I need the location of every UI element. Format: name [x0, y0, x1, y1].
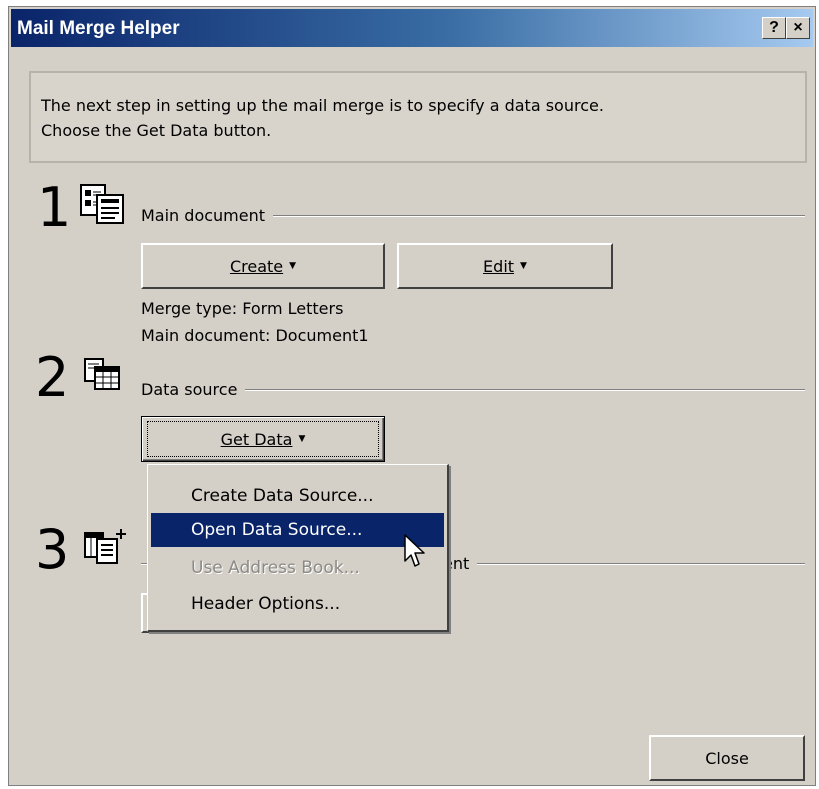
instructions-panel: The next step in setting up the mail mer…: [29, 71, 807, 163]
menu-item-create-data-source[interactable]: Create Data Source...: [151, 479, 444, 513]
main-document-icon: [80, 184, 124, 224]
mouse-pointer-icon: [404, 534, 425, 567]
step-1-number: 1: [37, 176, 72, 239]
menu-item-use-address-book: Use Address Book...: [151, 551, 444, 585]
data-source-icon: [84, 358, 120, 390]
data-source-label: Data source: [141, 380, 246, 399]
menu-item-label: Header Options...: [191, 594, 341, 614]
main-document-label: Main document: [141, 206, 274, 225]
window-title: Mail Merge Helper: [17, 18, 180, 39]
merge-type-text: Merge type: Form Letters: [141, 299, 344, 318]
menu-item-open-data-source[interactable]: Open Data Source...: [151, 513, 444, 547]
help-button[interactable]: ?: [762, 17, 786, 39]
main-document-text: Main document: Document1: [141, 326, 369, 345]
dropdown-arrow-icon: ▼: [298, 434, 306, 444]
close-button[interactable]: Close: [649, 735, 805, 781]
step-2-number: 2: [35, 346, 70, 409]
edit-button-label: Edit: [483, 256, 515, 276]
instructions-line-1: The next step in setting up the mail mer…: [41, 96, 604, 115]
get-data-button-label: Get Data: [220, 429, 293, 449]
menu-item-label: Create Data Source...: [191, 486, 374, 506]
instructions-line-2: Choose the Get Data button.: [41, 121, 272, 140]
get-data-button[interactable]: Get Data ▼: [141, 416, 385, 462]
menu-item-label: Use Address Book...: [191, 558, 360, 578]
create-button-label: Create: [229, 256, 284, 276]
edit-button[interactable]: Edit ▼: [397, 243, 613, 289]
title-bar[interactable]: Mail Merge Helper ? ×: [11, 9, 813, 47]
close-button-label: Close: [705, 748, 749, 768]
create-button[interactable]: Create ▼: [141, 243, 385, 289]
dropdown-arrow-icon: ▼: [520, 261, 527, 271]
mail-merge-helper-dialog: Mail Merge Helper ? × The next step in s…: [8, 6, 816, 786]
menu-item-header-options[interactable]: Header Options...: [151, 587, 444, 621]
close-window-button[interactable]: ×: [786, 17, 810, 39]
dropdown-arrow-icon: ▼: [289, 261, 297, 271]
step-3-number: 3: [35, 518, 70, 581]
menu-item-label: Open Data Source...: [191, 520, 363, 540]
merge-icon: [84, 529, 126, 564]
